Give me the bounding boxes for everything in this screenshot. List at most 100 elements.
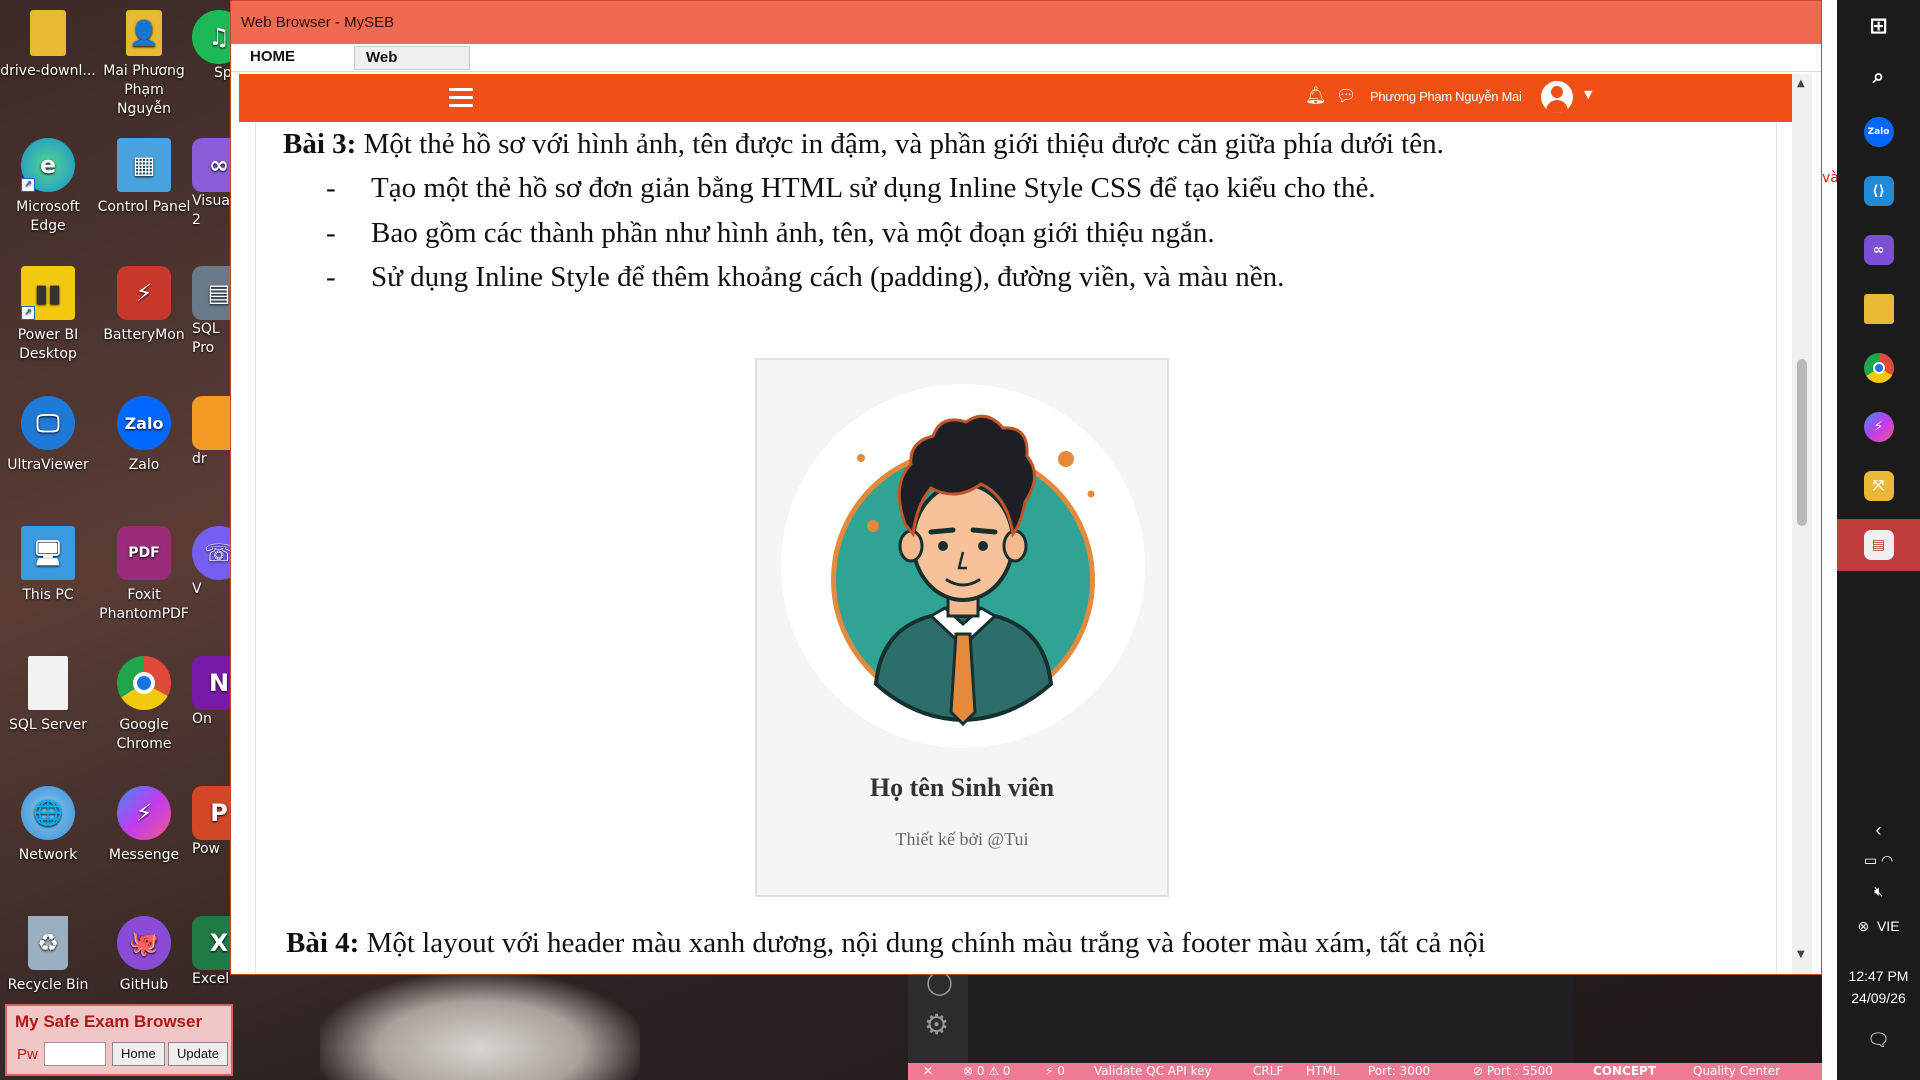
tab-web-browser[interactable]: Web Browser bbox=[354, 46, 470, 88]
start-button[interactable]: ⊞ bbox=[1837, 0, 1920, 52]
exercise-4-text: Một layout với header màu xanh dương, nộ… bbox=[359, 927, 1486, 959]
site-navbar: 🔔︎ 💬︎ Phương Phạm Nguyễn Mai ▼ bbox=[239, 74, 1792, 122]
battery-icon[interactable]: ▭ ◠ bbox=[1837, 852, 1920, 869]
status-port-5500[interactable]: ⊘ Port : 5500 bbox=[1473, 1064, 1553, 1078]
desktop-icon-network[interactable]: 🌐 Network bbox=[0, 786, 96, 865]
status-concept[interactable]: CONCEPT bbox=[1593, 1064, 1656, 1078]
document-icon bbox=[28, 656, 68, 710]
desktop-icon-edge[interactable]: e ↗ Microsoft Edge bbox=[0, 138, 96, 236]
network-icon: 🌐 bbox=[21, 786, 75, 840]
desktop-icon-power-bi[interactable]: ▮▮ ↗ Power BI Desktop bbox=[0, 266, 96, 364]
remote-icon[interactable]: ✕ bbox=[923, 1064, 933, 1078]
desktop-icon-viber[interactable]: ☏ V bbox=[192, 526, 230, 599]
scroll-down-icon[interactable]: ▼ bbox=[1797, 949, 1805, 960]
desktop-icon-drive[interactable]: dr bbox=[192, 396, 230, 469]
chevron-down-icon[interactable]: ▼ bbox=[1584, 88, 1592, 101]
user-name[interactable]: Phương Phạm Nguyễn Mai bbox=[1370, 89, 1522, 104]
taskbar-vscode[interactable]: ⟨⟩ bbox=[1837, 165, 1920, 217]
bullet-item: - Bao gồm các thành phần như hình ảnh, tê… bbox=[326, 217, 1215, 249]
status-eol[interactable]: CRLF bbox=[1253, 1064, 1283, 1078]
desktop-icon-this-pc[interactable]: 🖥 This PC bbox=[0, 526, 96, 605]
taskbar-app[interactable]: ⤧ bbox=[1837, 460, 1920, 512]
tab-strip: HOME Web Browser bbox=[231, 44, 1821, 88]
desktop-icon-onenote[interactable]: N On bbox=[192, 656, 230, 729]
search-button[interactable]: ⌕ bbox=[1837, 50, 1920, 102]
onenote-icon: N bbox=[192, 656, 230, 710]
desktop-icon-recycle-bin[interactable]: ♻ Recycle Bin bbox=[0, 916, 96, 995]
desktop-icon-drive-download[interactable]: drive-downl... bbox=[0, 10, 96, 81]
profile-name: Họ tên Sinh viên bbox=[869, 773, 1055, 802]
desktop-icon-messenger[interactable]: ⚡ Messenge bbox=[96, 786, 192, 865]
profile-avatar-illustration bbox=[781, 384, 1145, 748]
viber-icon: ☏ bbox=[192, 526, 230, 580]
desktop-icon-visual-studio[interactable]: ∞ Visua 2 bbox=[192, 138, 230, 230]
desktop-icon-batterymon[interactable]: ⚡ BatteryMon bbox=[96, 266, 192, 345]
language-indicator[interactable]: ⊗ VIE bbox=[1837, 918, 1920, 935]
scroll-up-icon[interactable]: ▲ bbox=[1797, 78, 1805, 89]
tab-home[interactable]: HOME bbox=[239, 46, 306, 70]
ultraviewer-icon: 🖵 bbox=[21, 396, 75, 450]
volume-muted-icon[interactable]: 🔇︎ bbox=[1837, 883, 1920, 900]
chat-icon[interactable]: 💬︎ bbox=[1336, 86, 1356, 105]
desktop-icon-spotify[interactable]: ♫ Sp bbox=[192, 10, 230, 83]
avatar[interactable] bbox=[1541, 81, 1573, 113]
zalo-icon: Zalo bbox=[117, 396, 171, 450]
zalo-icon: Zalo bbox=[1863, 117, 1894, 147]
desktop-icon-control-panel[interactable]: ▦ Control Panel bbox=[96, 138, 192, 217]
desktop-icon-chrome[interactable]: Google Chrome bbox=[96, 656, 192, 754]
browser-window: Web Browser - MySEB HOME Web Browser 🔔︎ … bbox=[230, 0, 1822, 975]
status-validate[interactable]: Validate QC API key bbox=[1094, 1064, 1212, 1078]
desktop-icon-sql-server[interactable]: SQL Server bbox=[0, 656, 96, 735]
exercise-4-label: Bài 4: bbox=[286, 927, 360, 959]
desktop-icon-foxit[interactable]: PDF Foxit PhantomPDF bbox=[96, 526, 192, 624]
desktop-icon-powerpoint[interactable]: P Pow bbox=[192, 786, 230, 859]
password-input[interactable] bbox=[44, 1042, 106, 1066]
seb-icon: ▤ bbox=[1863, 530, 1894, 560]
desktop-icon-sql-profiler[interactable]: ▤ SQL Pro bbox=[192, 266, 230, 358]
spotify-icon: ♫ bbox=[192, 10, 230, 64]
window-titlebar[interactable]: Web Browser - MySEB bbox=[231, 1, 1821, 44]
window-title: Web Browser - MySEB bbox=[241, 14, 395, 31]
scrollbar-thumb[interactable] bbox=[1797, 359, 1807, 526]
vscode-activity-bar: ◯ ⚙ bbox=[908, 968, 968, 1063]
status-quality-center[interactable]: Quality Center bbox=[1693, 1064, 1780, 1078]
notification-icon[interactable]: 🗨︎ bbox=[1837, 1030, 1920, 1051]
windows-icon: ⊞ bbox=[1869, 13, 1888, 39]
clock-time[interactable]: 12:47 PM bbox=[1837, 968, 1920, 984]
visual-studio-icon: ∞ bbox=[1863, 235, 1894, 265]
taskbar-messenger[interactable]: ⚡ bbox=[1837, 401, 1920, 453]
bell-icon[interactable]: 🔔︎ bbox=[1305, 86, 1327, 106]
taskbar-zalo[interactable]: Zalo bbox=[1837, 106, 1920, 158]
desktop-icon-mai-phuong[interactable]: 👤 Mai Phương Phạm Nguyễn bbox=[96, 10, 192, 119]
visual-studio-icon: ∞ bbox=[192, 138, 230, 192]
wallpaper-dog bbox=[320, 975, 640, 1080]
bullet-item: - Tạo một thẻ hồ sơ đơn giản bằng HTML sử… bbox=[326, 172, 1376, 204]
chevron-left-icon[interactable]: ‹ bbox=[1837, 820, 1920, 841]
status-language[interactable]: HTML bbox=[1306, 1064, 1339, 1078]
home-button[interactable]: Home bbox=[112, 1042, 165, 1066]
taskbar-file-explorer[interactable] bbox=[1837, 283, 1920, 335]
taskbar-seb-active[interactable]: ▤ bbox=[1837, 519, 1920, 571]
gear-icon[interactable]: ⚙ bbox=[924, 1008, 949, 1041]
user-folder-icon: 👤 bbox=[126, 10, 162, 56]
desktop-icon-ultraviewer[interactable]: 🖵 UltraViewer bbox=[0, 396, 96, 475]
profile-card: Họ tên Sinh viên Thiết kế bởi @Tui bbox=[755, 358, 1169, 897]
taskbar-visual-studio[interactable]: ∞ bbox=[1837, 224, 1920, 276]
exercise-3-text: Một thẻ hồ sơ với hình ảnh, tên được in … bbox=[356, 128, 1444, 160]
hamburger-menu-icon[interactable] bbox=[449, 88, 473, 112]
exercise-3-heading: Bài 3: Một thẻ hồ sơ với hình ảnh, tên đ… bbox=[283, 128, 1444, 161]
recycle-bin-icon: ♻ bbox=[28, 916, 68, 970]
vertical-scrollbar[interactable]: ▲ ▼ bbox=[1792, 74, 1812, 974]
update-button[interactable]: Update bbox=[168, 1042, 228, 1066]
status-ports[interactable]: ⚡ 0 bbox=[1045, 1064, 1065, 1078]
drive-icon bbox=[192, 396, 230, 450]
desktop-icon-github[interactable]: 🐙 GitHub bbox=[96, 916, 192, 995]
folder-icon bbox=[1863, 294, 1894, 324]
desktop-icon-zalo[interactable]: Zalo Zalo bbox=[96, 396, 192, 475]
exercise-4-heading: Bài 4: Một layout với header màu xanh dư… bbox=[286, 927, 1486, 960]
status-problems[interactable]: ⊗ 0 ⚠ 0 bbox=[963, 1064, 1011, 1078]
status-port-3000[interactable]: Port: 3000 bbox=[1368, 1064, 1430, 1078]
vscode-icon: ⟨⟩ bbox=[1863, 176, 1894, 206]
taskbar-chrome[interactable] bbox=[1837, 342, 1920, 394]
clock-date[interactable]: 24/09/26 bbox=[1837, 990, 1920, 1006]
